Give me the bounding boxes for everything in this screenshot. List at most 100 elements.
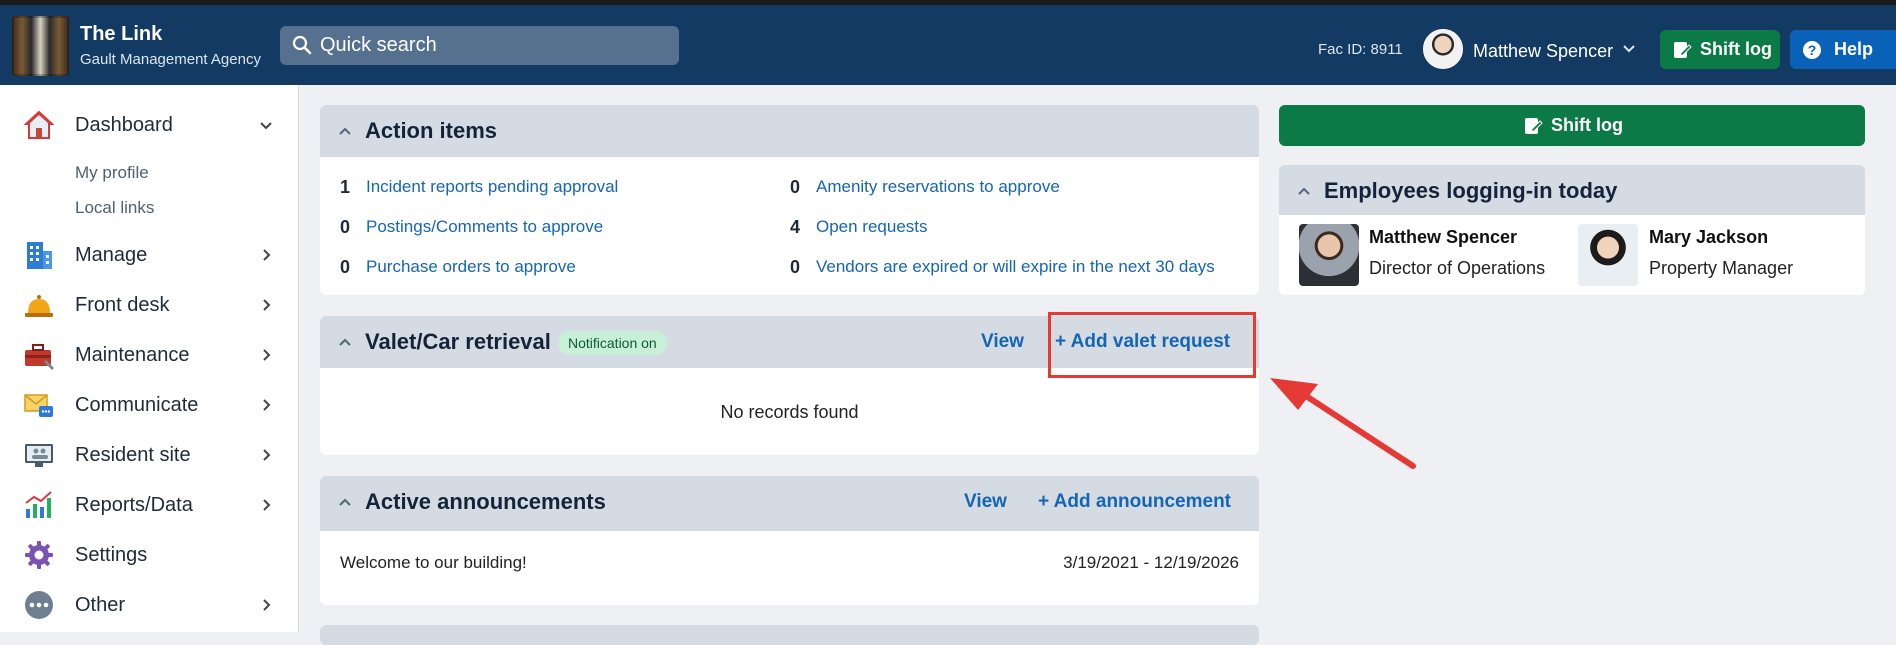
employees-header[interactable]: Employees logging-in today (1279, 165, 1865, 215)
help-label: Help (1834, 39, 1874, 59)
shift-log-wide-button[interactable]: Shift log (1279, 105, 1865, 146)
next-card-header (320, 625, 1259, 645)
chevron-down-icon[interactable] (1622, 41, 1636, 55)
highlight-box (1048, 312, 1256, 378)
help-button[interactable]: ? Help (1790, 30, 1896, 69)
valet-view-link[interactable]: View (981, 331, 1024, 353)
monitor-people-icon (25, 444, 53, 467)
chevron-up-icon[interactable] (338, 336, 352, 350)
announcements-view-link[interactable]: View (964, 491, 1007, 513)
shift-log-label: Shift log (1551, 115, 1623, 135)
app-subtitle: Gault Management Agency (80, 51, 261, 68)
sidebar-item-manage[interactable]: Manage (0, 233, 299, 277)
action-count: 1 (340, 177, 351, 197)
building-icon (27, 242, 52, 269)
action-items-title: Action items (365, 118, 498, 143)
sidebar: Dashboard My profile Local links Manage (0, 85, 299, 632)
sidebar-item-resident-site[interactable]: Resident site (0, 433, 299, 477)
search-placeholder: Quick search (320, 34, 437, 56)
facility-id: Fac ID: 8911 (1318, 41, 1403, 58)
action-count: 0 (790, 177, 801, 197)
vendors-expiring-link[interactable]: Vendors are expired or will expire in th… (816, 257, 1215, 277)
action-count: 0 (340, 217, 351, 237)
sidebar-item-other[interactable]: Other (0, 583, 299, 627)
sidebar-item-dashboard[interactable]: Dashboard (0, 103, 299, 147)
employees-card: Employees logging-in today Matthew Spenc… (1279, 165, 1865, 295)
chevron-right-icon (263, 249, 271, 261)
user-menu-name[interactable]: Matthew Spencer (1473, 41, 1613, 62)
user-avatar[interactable] (1423, 29, 1463, 69)
employee-name: Mary Jackson (1649, 227, 1769, 247)
sidebar-item-reports-data[interactable]: Reports/Data (0, 483, 299, 527)
house-icon (23, 110, 55, 139)
bar-chart-icon (25, 491, 52, 518)
announcements-title: Active announcements (365, 489, 606, 514)
purchase-orders-link[interactable]: Purchase orders to approve (366, 257, 576, 277)
employee-name: Matthew Spencer (1369, 227, 1518, 247)
note-edit-icon (1674, 42, 1692, 58)
search-icon (292, 35, 312, 55)
sidebar-item-label: Communicate (75, 394, 199, 416)
sidebar-subitem-my-profile[interactable]: My profile (75, 163, 149, 183)
quick-search-input[interactable]: Quick search (280, 26, 679, 65)
sidebar-subitem-local-links[interactable]: Local links (75, 198, 154, 218)
employee-title: Director of Operations (1369, 258, 1546, 278)
chevron-right-icon (263, 449, 271, 461)
announcements-card: Active announcements View + Add announce… (320, 476, 1259, 605)
shift-log-button[interactable]: Shift log (1660, 30, 1780, 69)
note-edit-icon (1525, 118, 1543, 134)
employee-avatar (1578, 224, 1638, 286)
sidebar-item-maintenance[interactable]: Maintenance (0, 333, 299, 377)
sidebar-item-label: Dashboard (75, 114, 173, 136)
sidebar-item-label: Front desk (75, 294, 170, 316)
sidebar-item-label: Settings (75, 544, 148, 566)
action-count: 0 (790, 257, 801, 277)
notification-badge: Notification on (558, 331, 667, 355)
more-dots-icon (25, 591, 53, 619)
add-announcement-link[interactable]: + Add announcement (1038, 491, 1231, 513)
postings-comments-link[interactable]: Postings/Comments to approve (366, 217, 603, 237)
employee-title: Property Manager (1649, 258, 1794, 278)
announcement-text: Welcome to our building! (340, 553, 527, 572)
chevron-up-icon[interactable] (1297, 185, 1311, 199)
sidebar-item-communicate[interactable]: Communicate (0, 383, 299, 427)
sidebar-item-label: Reports/Data (75, 494, 193, 516)
logo-image[interactable] (12, 16, 69, 76)
announcements-header[interactable]: Active announcements View + Add announce… (320, 476, 1259, 531)
chevron-down-icon[interactable] (258, 117, 274, 133)
question-circle-icon: ? (1803, 41, 1821, 59)
chevron-right-icon (263, 599, 271, 611)
chevron-right-icon (263, 299, 271, 311)
top-bar: The Link Gault Management Agency Quick s… (0, 0, 1896, 85)
sidebar-item-settings[interactable]: Settings (0, 533, 299, 577)
valet-empty-state: No records found (720, 402, 859, 422)
sidebar-item-label: Resident site (75, 444, 191, 466)
chevron-right-icon (263, 499, 271, 511)
incident-reports-link[interactable]: Incident reports pending approval (366, 177, 618, 197)
svg-text:?: ? (1808, 42, 1817, 58)
employees-title: Employees logging-in today (1324, 178, 1618, 203)
amenity-reservations-link[interactable]: Amenity reservations to approve (816, 177, 1060, 197)
toolbox-icon (25, 344, 55, 371)
action-count: 0 (340, 257, 351, 277)
app-title[interactable]: The Link (80, 23, 162, 46)
chevron-right-icon (263, 399, 271, 411)
action-count: 4 (790, 217, 801, 237)
action-items-card: Action items 1 Incident reports pending … (320, 105, 1259, 295)
sidebar-item-label: Maintenance (75, 344, 190, 366)
sidebar-item-label: Other (75, 594, 126, 616)
employee-avatar (1299, 224, 1359, 286)
open-requests-link[interactable]: Open requests (816, 217, 928, 237)
sidebar-item-label: Manage (75, 244, 148, 266)
bell-icon (25, 295, 53, 317)
announcement-dates: 3/19/2021 - 12/19/2026 (1063, 553, 1239, 572)
envelope-chat-icon (24, 394, 53, 417)
chevron-up-icon[interactable] (338, 125, 352, 139)
sidebar-item-front-desk[interactable]: Front desk (0, 283, 299, 327)
chevron-right-icon (263, 349, 271, 361)
valet-title: Valet/Car retrieval (365, 329, 551, 354)
arrow-annotation (1270, 378, 1416, 469)
action-items-header[interactable]: Action items (320, 105, 1259, 157)
shift-log-label: Shift log (1700, 39, 1772, 59)
chevron-up-icon[interactable] (338, 496, 352, 510)
